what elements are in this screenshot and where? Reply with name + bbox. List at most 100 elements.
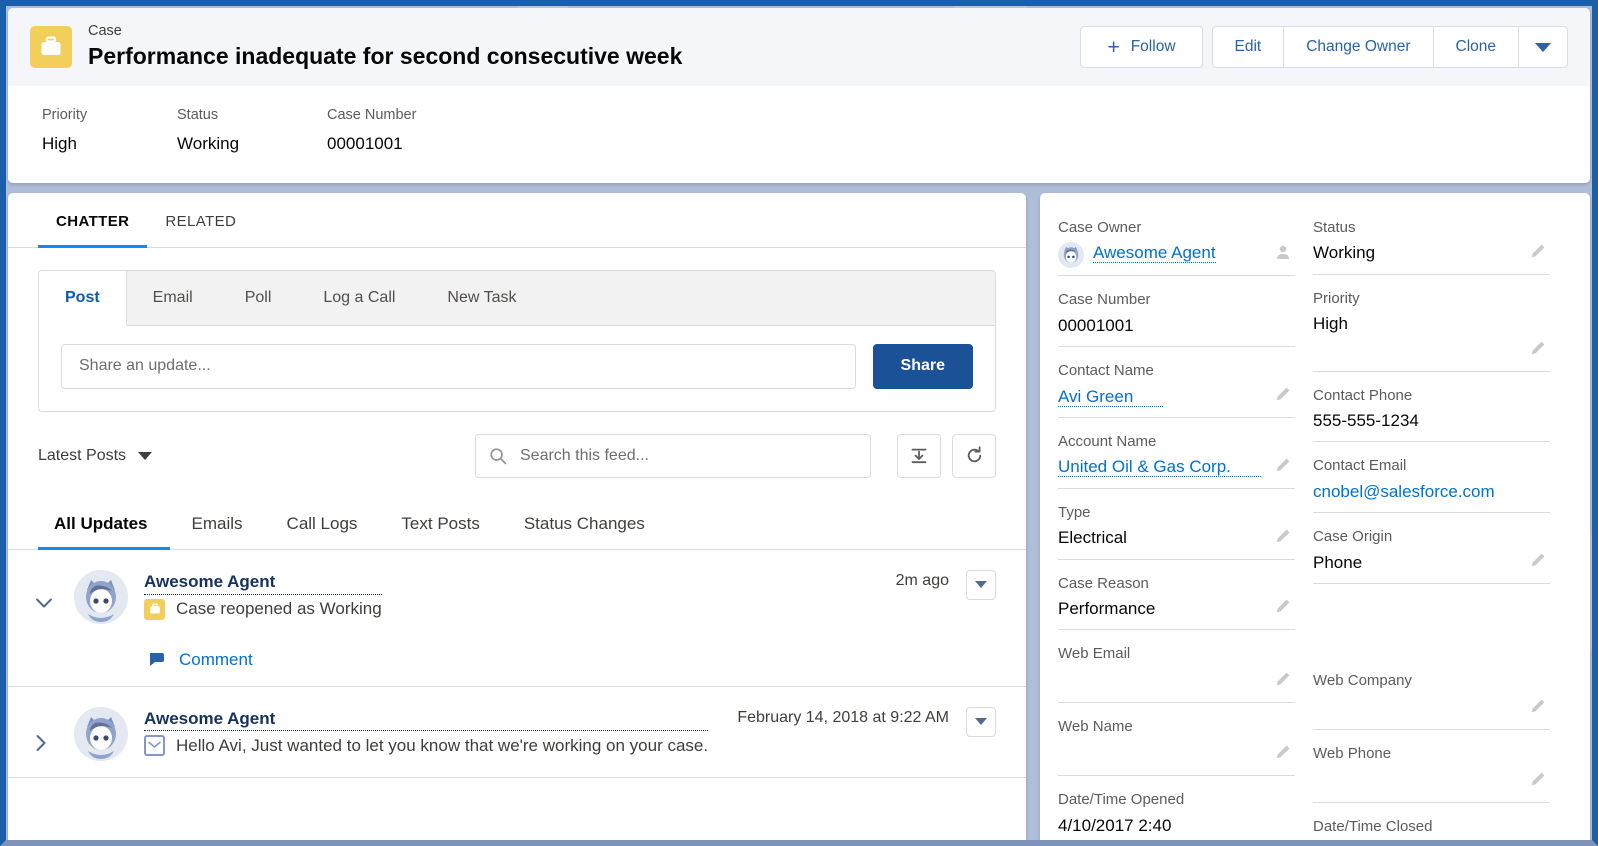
detail-field-contact-phone: Contact Phone 555-555-1234 <box>1313 383 1550 443</box>
account-name-link[interactable]: United Oil & Gas Corp. <box>1058 457 1261 478</box>
publisher-tab-log-a-call[interactable]: Log a Call <box>297 271 421 325</box>
detail-field-case-number: Case Number 00001001 <box>1058 287 1295 348</box>
collapse-toggle-icon[interactable] <box>34 570 74 670</box>
details-right-column: Status Working Priority High Contact Pho… <box>1313 215 1568 841</box>
pencil-icon[interactable] <box>1275 598 1291 619</box>
tab-related[interactable]: Related <box>147 193 254 248</box>
feed-tab-call-logs[interactable]: Call Logs <box>265 500 380 550</box>
detail-field-web-phone: Web Phone <box>1313 741 1550 804</box>
detail-field-label: Web Name <box>1058 718 1133 736</box>
detail-field-spacer <box>1313 595 1550 657</box>
feed-timestamp: February 14, 2018 at 9:22 AM <box>737 708 949 726</box>
pencil-icon[interactable] <box>1275 457 1291 478</box>
comment-button-label: Comment <box>179 649 253 669</box>
refresh-icon[interactable] <box>952 433 996 478</box>
feed-item-content: Awesome Agent Case reopened as Working 2… <box>144 569 996 670</box>
feed-item-content: Awesome Agent Hello Avi, Just wanted to … <box>144 706 996 761</box>
feed-item-body: Case reopened as Working <box>144 598 382 620</box>
feed-tab-all-updates[interactable]: All Updates <box>38 500 170 550</box>
search-input[interactable] <box>475 433 871 478</box>
pencil-icon[interactable] <box>1530 340 1546 361</box>
case-owner-link[interactable]: Awesome Agent <box>1093 240 1246 266</box>
highlight-field-value: Working <box>177 133 240 153</box>
object-type-label: Case <box>88 23 122 40</box>
pencil-icon[interactable] <box>1530 243 1546 264</box>
pencil-icon[interactable] <box>1275 671 1291 692</box>
feed-tab-text-posts[interactable]: Text Posts <box>379 500 501 550</box>
chevron-down-icon <box>1535 42 1551 52</box>
highlights-fields: Priority High Status Working Case Number… <box>8 86 1590 183</box>
feed-filter-tabs: All Updates Emails Call Logs Text Posts … <box>8 500 1026 550</box>
change-owner-button[interactable]: Change Owner <box>1284 26 1434 68</box>
record-tabs: Chatter Related <box>8 193 1026 248</box>
detail-field-value: Working <box>1313 243 1376 263</box>
detail-field-label: Contact Name <box>1058 362 1154 380</box>
feed-sort-label: Latest Posts <box>38 446 127 464</box>
publisher-body: Share <box>39 326 995 411</box>
highlight-field-status: Status Working <box>177 102 327 157</box>
feed-item-text: Hello Avi, Just wanted to let you know t… <box>176 735 709 755</box>
pencil-icon[interactable] <box>1275 528 1291 549</box>
tab-chatter[interactable]: Chatter <box>38 193 148 248</box>
email-icon <box>144 735 165 757</box>
detail-field-datetime-opened: Date/Time Opened 4/10/2017 2:40 <box>1058 787 1295 840</box>
case-icon <box>30 26 72 68</box>
pencil-icon[interactable] <box>1530 552 1546 573</box>
feed-tab-status-changes[interactable]: Status Changes <box>502 500 667 550</box>
action-button-group: Edit Change Owner Clone <box>1211 26 1568 68</box>
page-title: Performance inadequate for second consec… <box>88 42 683 69</box>
feed-author-link[interactable]: Awesome Agent <box>144 707 709 732</box>
contact-name-link[interactable]: Avi Green <box>1058 386 1164 407</box>
feed-author-link[interactable]: Awesome Agent <box>144 570 382 595</box>
publisher-tab-email[interactable]: Email <box>127 271 219 325</box>
detail-field-label: Contact Phone <box>1313 386 1413 404</box>
detail-field-value: Phone <box>1313 552 1363 572</box>
highlight-field-label: Case Number <box>327 107 417 123</box>
publisher-tab-post[interactable]: Post <box>39 270 127 326</box>
more-actions-button[interactable] <box>1519 26 1568 68</box>
detail-field-contact-name: Contact Name Avi Green <box>1058 358 1295 418</box>
contact-email-link[interactable]: cnobel@salesforce.com <box>1313 479 1550 505</box>
feed-item-menu-button[interactable] <box>966 706 996 737</box>
edit-button[interactable]: Edit <box>1211 26 1285 68</box>
pencil-icon[interactable] <box>1275 386 1291 407</box>
feed-sort-dropdown[interactable]: Latest Posts <box>38 446 153 465</box>
feed-tab-emails[interactable]: Emails <box>170 500 265 550</box>
search-icon <box>489 447 507 470</box>
publisher-tab-poll[interactable]: Poll <box>219 271 298 325</box>
detail-field-case-reason: Case Reason Performance <box>1058 571 1295 631</box>
detail-field-web-company: Web Company <box>1313 668 1550 731</box>
pencil-icon[interactable] <box>1275 744 1291 765</box>
highlight-field-priority: Priority High <box>42 102 177 157</box>
highlights-panel: Case Performance inadequate for second c… <box>8 8 1590 183</box>
plus-icon: + <box>1107 35 1120 59</box>
details-left-column: Case Owner Awesome Agent Case Number 000… <box>1058 215 1313 841</box>
feed-timestamp: 2m ago <box>895 571 949 589</box>
detail-field-label: Case Owner <box>1058 218 1142 236</box>
detail-field-value: High <box>1313 314 1348 334</box>
highlight-field-label: Status <box>177 107 219 123</box>
detail-field-label: Case Reason <box>1058 574 1149 592</box>
change-owner-icon[interactable] <box>1275 244 1291 265</box>
avatar <box>1058 242 1084 269</box>
expand-toggle-icon[interactable] <box>34 707 74 761</box>
share-update-input[interactable] <box>61 343 856 389</box>
highlight-field-value: 00001001 <box>327 133 403 153</box>
avatar <box>74 706 128 761</box>
comment-button[interactable]: Comment <box>148 650 253 670</box>
case-owner-name: Awesome Agent <box>1093 243 1216 264</box>
detail-field-value: 00001001 <box>1058 315 1134 335</box>
pencil-icon[interactable] <box>1530 771 1546 792</box>
detail-field-case-origin: Case Origin Phone <box>1313 524 1550 585</box>
detail-field-label: Web Email <box>1058 645 1131 663</box>
detail-field-label: Type <box>1058 503 1091 521</box>
pencil-icon[interactable] <box>1530 698 1546 719</box>
follow-button[interactable]: + Follow <box>1080 26 1203 68</box>
highlights-actions: + Follow Edit Change Owner Clone <box>1080 26 1568 68</box>
feed-item-menu-button[interactable] <box>966 569 996 600</box>
publisher-tab-new-task[interactable]: New Task <box>421 271 542 325</box>
clone-button[interactable]: Clone <box>1433 26 1519 68</box>
collapse-all-icon[interactable] <box>897 433 941 478</box>
chevron-down-icon <box>975 581 987 589</box>
share-button[interactable]: Share <box>872 343 973 389</box>
